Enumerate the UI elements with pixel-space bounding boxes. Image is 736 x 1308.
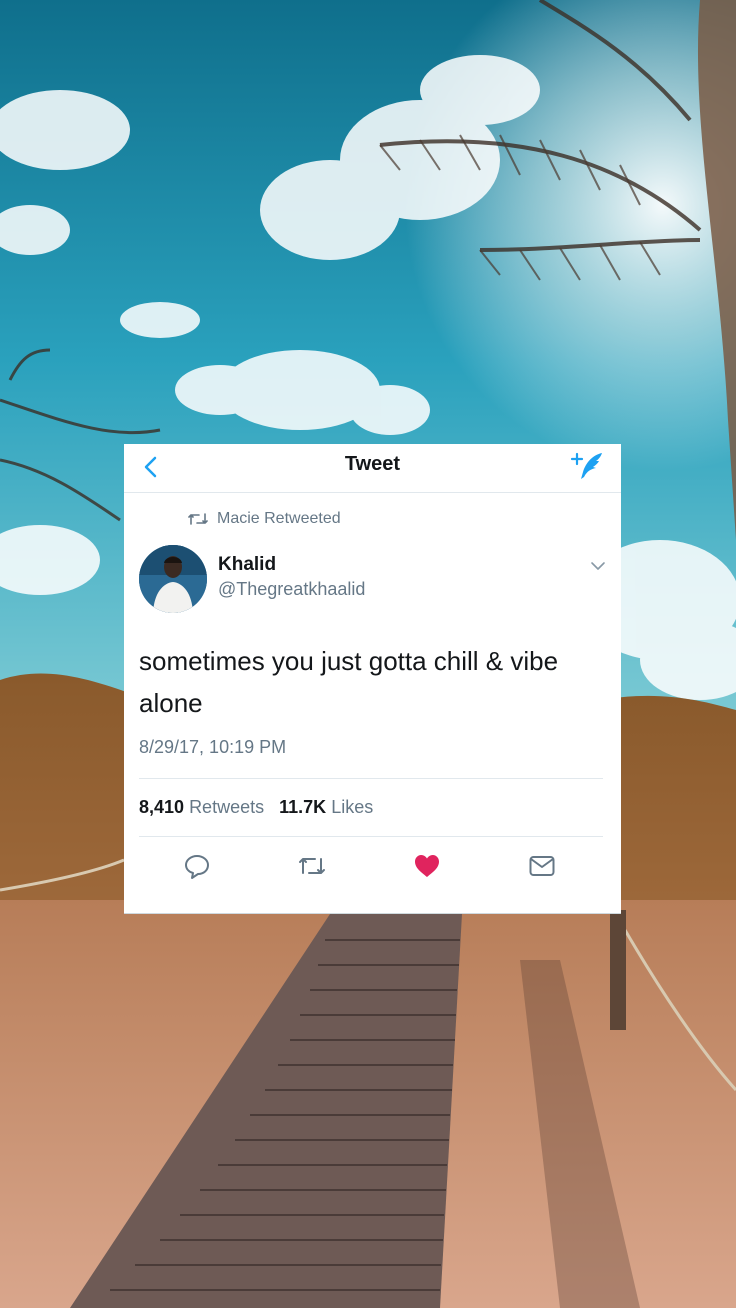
retweet-icon (188, 513, 208, 525)
likes-label[interactable]: Likes (331, 797, 373, 817)
tweet-card: Tweet Macie Retweeted Khalid @Thegreatkh… (124, 444, 621, 914)
like-heart-icon[interactable] (413, 852, 441, 880)
avatar[interactable] (139, 545, 207, 613)
retweet-context: Macie Retweeted (188, 508, 341, 530)
reply-icon[interactable] (183, 852, 211, 880)
wallpaper-background: Tweet Macie Retweeted Khalid @Thegreatkh… (0, 0, 736, 1308)
card-bottom-border (124, 913, 621, 914)
divider (139, 778, 603, 779)
divider (139, 836, 603, 837)
author-name[interactable]: Khalid (218, 554, 276, 576)
retweet-icon[interactable] (298, 852, 326, 880)
retweets-count[interactable]: 8,410 (139, 797, 184, 817)
retweeted-by-label: Macie Retweeted (217, 510, 341, 527)
author-handle[interactable]: @Thegreatkhaalid (218, 579, 365, 600)
profile-photo (139, 545, 207, 613)
page-title: Tweet (344, 453, 401, 475)
likes-count[interactable]: 11.7K (279, 797, 326, 817)
engagement-stats: 8,410 Retweets 11.7K Likes (139, 797, 373, 818)
nav-bar: Tweet (124, 444, 621, 493)
chevron-down-icon[interactable] (589, 559, 607, 573)
direct-message-icon[interactable] (528, 852, 556, 880)
tweet-timestamp[interactable]: 8/29/17, 10:19 PM (139, 737, 286, 758)
retweets-label[interactable]: Retweets (189, 797, 264, 817)
compose-tweet-icon[interactable] (569, 450, 605, 482)
tweet-text: sometimes you just gotta chill & vibe al… (139, 646, 559, 718)
